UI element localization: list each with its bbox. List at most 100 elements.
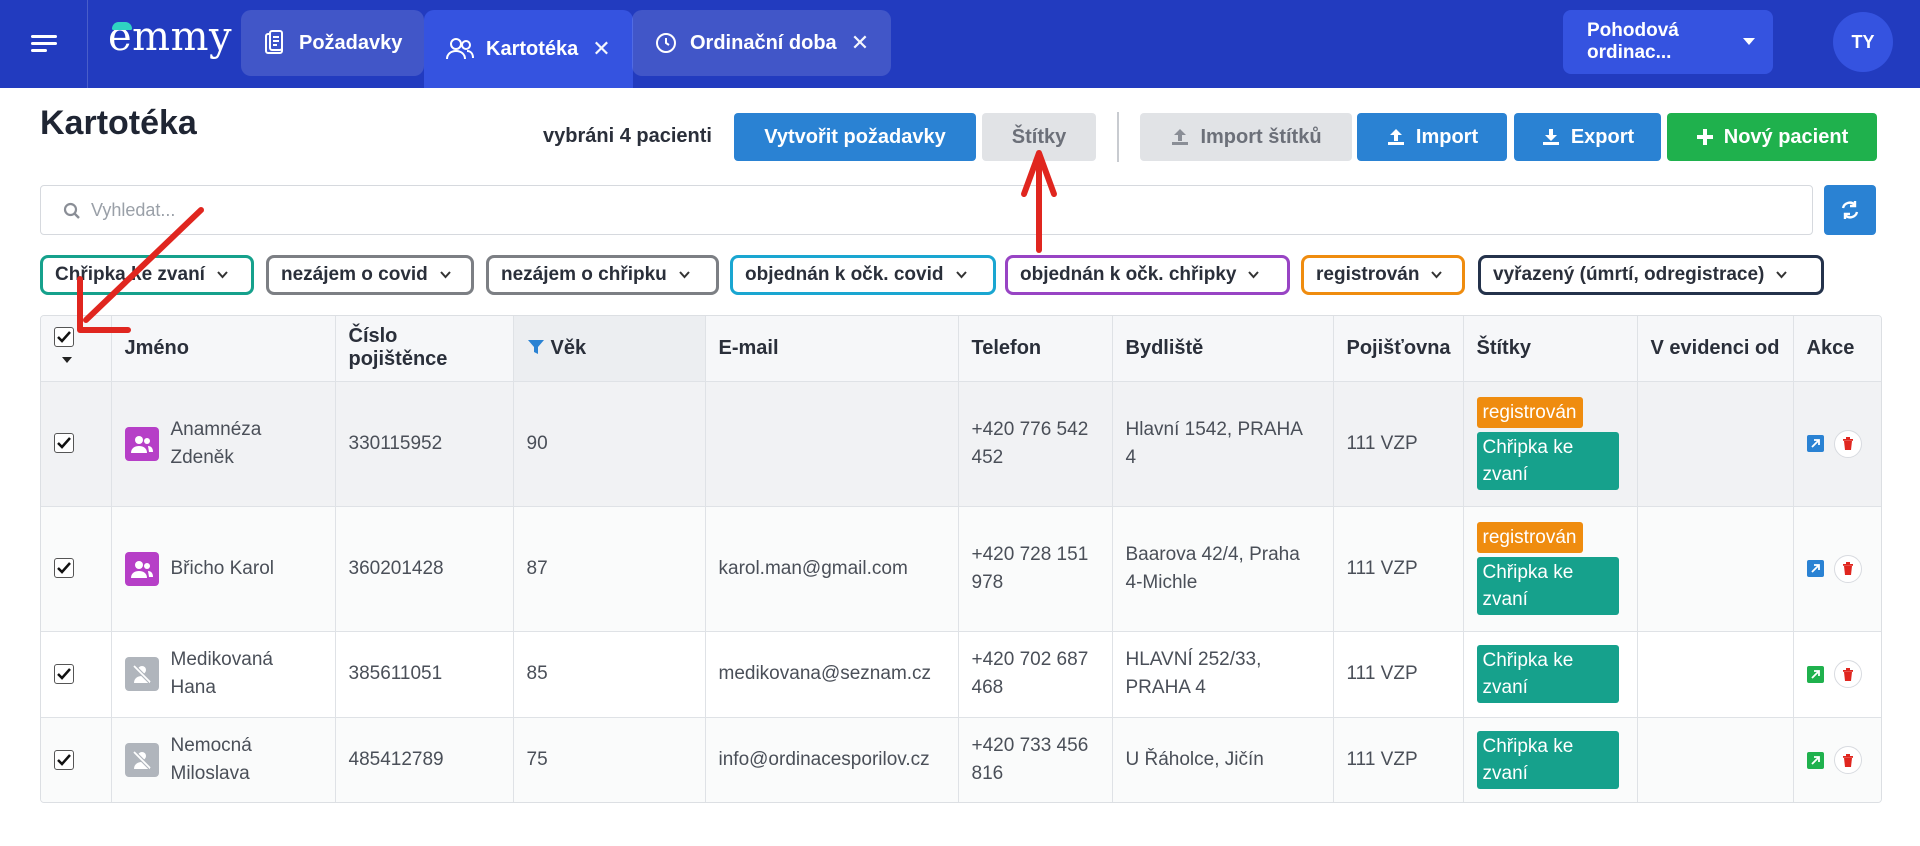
refresh-icon bbox=[1841, 201, 1859, 219]
row-checkbox[interactable] bbox=[54, 749, 74, 770]
check-icon bbox=[57, 668, 71, 680]
emmy-logo[interactable]: emmy bbox=[108, 14, 232, 60]
tab-kartoteka[interactable]: Kartotéka ✕ bbox=[424, 10, 633, 88]
patient-avatar-icon bbox=[124, 426, 159, 461]
open-patient-icon[interactable] bbox=[1806, 665, 1824, 683]
phone-cell: +420 702 687 468 bbox=[958, 631, 1113, 718]
chip-label: vyřazený (úmrtí, odregistrace) bbox=[1493, 264, 1765, 285]
open-patient-icon[interactable] bbox=[1806, 435, 1824, 452]
clock-icon bbox=[656, 33, 676, 53]
new-patient-button[interactable]: Nový pacient bbox=[1667, 113, 1877, 161]
since-cell bbox=[1637, 381, 1794, 507]
caret-down-icon[interactable] bbox=[62, 356, 72, 363]
insurance-number-cell: 385611051 bbox=[335, 631, 514, 718]
tags-button[interactable]: Štítky bbox=[982, 113, 1096, 161]
since-cell bbox=[1637, 506, 1794, 632]
column-header-insurer[interactable]: Pojišťovna bbox=[1333, 316, 1464, 382]
filter-chip-nezajem-o-covid[interactable]: nezájem o covid bbox=[266, 255, 474, 295]
phone-cell: +420 776 542 452 bbox=[958, 381, 1113, 507]
email-cell: info@ordinacesporilov.cz bbox=[705, 717, 959, 802]
close-tab-icon[interactable]: ✕ bbox=[592, 36, 610, 62]
trash-icon bbox=[1842, 437, 1853, 450]
column-header-email[interactable]: E-mail bbox=[705, 316, 959, 382]
phone-cell: +420 733 456 816 bbox=[958, 717, 1113, 802]
tag-chripka-ke-zvani: Chřipka ke zvaní bbox=[1476, 645, 1619, 703]
chevron-down-icon bbox=[1248, 271, 1260, 279]
filter-chip-registrovan[interactable]: registrován bbox=[1301, 255, 1465, 295]
tab-pozadavky[interactable]: Požadavky bbox=[241, 10, 425, 76]
hamburger-menu-button[interactable] bbox=[0, 0, 88, 88]
column-header-phone[interactable]: Telefon bbox=[958, 316, 1113, 382]
patient-name[interactable]: Medikovaná Hana bbox=[171, 646, 273, 702]
chip-label: nezájem o chřipku bbox=[501, 264, 667, 285]
insurer-cell: 111 VZP bbox=[1333, 381, 1464, 507]
chevron-down-icon bbox=[679, 271, 690, 279]
upload-icon bbox=[1387, 129, 1404, 145]
open-patient-icon[interactable] bbox=[1806, 560, 1824, 577]
upload-icon bbox=[1172, 129, 1189, 145]
row-checkbox[interactable] bbox=[54, 663, 74, 684]
row-checkbox[interactable] bbox=[54, 558, 74, 579]
insurer-cell: 111 VZP bbox=[1333, 631, 1464, 718]
patient-name[interactable]: Anamnéza Zdeněk bbox=[171, 416, 262, 472]
chip-label: Chřipka ke zvaní bbox=[55, 264, 205, 285]
insurance-number-cell: 360201428 bbox=[335, 506, 514, 632]
search-input[interactable] bbox=[91, 194, 1791, 226]
export-button[interactable]: Export bbox=[1514, 113, 1661, 161]
column-header-actions: Akce bbox=[1793, 316, 1881, 382]
patient-name[interactable]: Nemocná Miloslava bbox=[171, 732, 252, 788]
open-patient-icon[interactable] bbox=[1806, 751, 1824, 769]
patient-name[interactable]: Břicho Karol bbox=[171, 555, 275, 583]
delete-patient-button[interactable] bbox=[1833, 429, 1862, 458]
search-bar bbox=[40, 185, 1813, 235]
filter-chip-chripka-ke-zvani[interactable]: Chřipka ke zvaní bbox=[40, 255, 254, 295]
chevron-down-icon bbox=[955, 271, 967, 279]
chevron-down-icon bbox=[1431, 271, 1443, 279]
import-tags-button[interactable]: Import štítků bbox=[1140, 113, 1352, 161]
button-label: Export bbox=[1570, 125, 1635, 148]
import-button[interactable]: Import bbox=[1357, 113, 1507, 161]
plus-icon bbox=[1696, 129, 1713, 145]
delete-patient-button[interactable] bbox=[1833, 660, 1862, 688]
practice-name: Pohodová ordinac... bbox=[1587, 20, 1679, 63]
select-all-checkbox[interactable] bbox=[54, 326, 74, 347]
practice-selector[interactable]: Pohodová ordinac... bbox=[1563, 10, 1773, 74]
delete-patient-button[interactable] bbox=[1833, 746, 1862, 774]
column-header-insurance-number[interactable]: Číslo pojištěnce bbox=[335, 316, 514, 382]
table-row[interactable]: Nemocná Miloslava 485412789 75 info@ordin… bbox=[41, 717, 1881, 802]
column-header-tags[interactable]: Štítky bbox=[1463, 316, 1638, 382]
close-tab-icon[interactable]: ✕ bbox=[851, 30, 869, 56]
trash-icon bbox=[1842, 667, 1853, 681]
check-icon bbox=[57, 437, 71, 450]
column-header-address[interactable]: Bydliště bbox=[1112, 316, 1334, 382]
column-header-name[interactable]: Jméno bbox=[111, 316, 336, 382]
clipboard-icon bbox=[265, 30, 283, 54]
filter-chip-vyrazeny[interactable]: vyřazený (úmrtí, odregistrace) bbox=[1478, 255, 1824, 295]
tag-registrovan: registrován bbox=[1476, 522, 1583, 553]
filter-chip-nezajem-o-chripku[interactable]: nezájem o chřipku bbox=[486, 255, 719, 295]
tag-chripka-ke-zvani: Chřipka ke zvaní bbox=[1476, 432, 1619, 490]
column-header-age[interactable]: Věk bbox=[513, 316, 706, 382]
tab-ordinacni-doba[interactable]: Ordinační doba ✕ bbox=[632, 10, 892, 76]
button-label: Import bbox=[1415, 125, 1479, 148]
since-cell bbox=[1637, 631, 1794, 718]
user-avatar[interactable]: TY bbox=[1833, 12, 1893, 72]
patients-table: Jméno Číslo pojištěnce Věk E-mail Telefo… bbox=[40, 315, 1882, 803]
row-checkbox[interactable] bbox=[54, 433, 74, 454]
filter-chip-objednan-covid[interactable]: objednán k očk. covid bbox=[730, 255, 996, 295]
table-row[interactable]: Břicho Karol 360201428 87 karol.man@gmai… bbox=[41, 506, 1881, 632]
age-cell: 87 bbox=[513, 506, 706, 632]
age-cell: 75 bbox=[513, 717, 706, 802]
download-icon bbox=[1542, 129, 1559, 145]
check-icon bbox=[57, 331, 71, 343]
refresh-button[interactable] bbox=[1824, 185, 1876, 235]
table-row[interactable]: Medikovaná Hana 385611051 85 medikovana@s… bbox=[41, 631, 1881, 718]
delete-patient-button[interactable] bbox=[1833, 554, 1862, 583]
create-requests-button[interactable]: Vytvořit požadavky bbox=[734, 113, 976, 161]
toolbar-divider bbox=[1117, 112, 1119, 162]
insurance-number-cell: 330115952 bbox=[335, 381, 514, 507]
filter-chip-objednan-chripky[interactable]: objednán k očk. chřipky bbox=[1005, 255, 1290, 295]
column-header-since[interactable]: V evidenci od bbox=[1637, 316, 1794, 382]
trash-icon bbox=[1842, 562, 1853, 575]
table-row[interactable]: Anamnéza Zdeněk 330115952 90 +420 776 542… bbox=[41, 381, 1881, 507]
